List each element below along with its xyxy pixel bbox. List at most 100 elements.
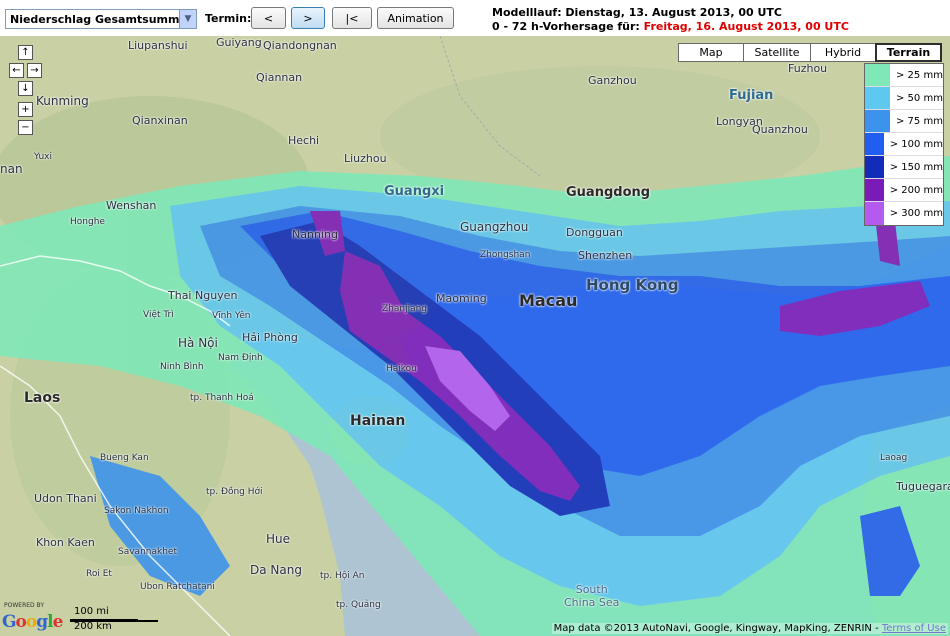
previous-button[interactable]: < — [251, 7, 286, 29]
legend-row: > 200 mm — [865, 179, 943, 202]
label-ubon: Ubon Ratchatani — [140, 582, 215, 592]
forecast-prefix: 0 - 72 h-Vorhersage für: — [492, 20, 644, 33]
label-south-china-sea: South China Sea — [564, 583, 620, 609]
pan-left-button[interactable]: ← — [9, 63, 24, 78]
legend-row: > 50 mm — [865, 87, 943, 110]
label-viet-tri: Việt Trì — [143, 310, 174, 320]
label-zhanjiang: Zhanjiang — [382, 304, 428, 314]
legend-row: > 25 mm — [865, 64, 943, 87]
label-qiannan: Qiannan — [256, 71, 303, 84]
legend-row: > 100 mm — [865, 133, 943, 156]
top-toolbar: Niederschlag Gesamtsumme ▼ Termin: < > |… — [0, 0, 950, 36]
label-hong-kong: Hong Kong — [586, 276, 679, 294]
label-haikou: Haikou — [386, 364, 417, 374]
label-thai-nguyen: Thai Nguyen — [168, 289, 238, 302]
label-fuzhou: Fuzhou — [788, 62, 828, 75]
pan-down-button[interactable]: ↓ — [18, 81, 33, 96]
legend-label: > 25 mm — [896, 69, 943, 81]
label-ninh-binh: Ninh Bình — [160, 362, 204, 372]
label-vinh-yen: Vĩnh Yên — [212, 311, 251, 321]
label-qiandongnan: Qiandongnan — [263, 39, 337, 52]
legend-label: > 300 mm — [889, 208, 943, 219]
map-scale: 100 mi 200 km — [70, 606, 160, 634]
label-macau: Macau — [519, 291, 578, 310]
powered-by-text: POWERED BY — [4, 602, 45, 609]
legend-swatch — [865, 179, 884, 201]
parameter-select[interactable]: Niederschlag Gesamtsumme ▼ — [5, 9, 197, 29]
label-dongguan: Dongguan — [566, 226, 623, 239]
google-logo-letter: o — [25, 612, 37, 632]
label-quang-ngai: tp. Quảng — [336, 600, 381, 610]
label-laoag: Laoag — [880, 453, 908, 463]
label-savannakhet: Savannakhet — [118, 547, 177, 557]
label-nan: nan — [0, 162, 23, 176]
label-liupanshui: Liupanshui — [128, 39, 188, 52]
map-type-terrain[interactable]: Terrain — [875, 43, 942, 62]
label-guangdong: Guangdong — [566, 185, 651, 200]
map-type-control: Map Satellite Hybrid Terrain — [678, 43, 942, 62]
legend-swatch — [865, 156, 884, 178]
label-guiyang: Guiyang — [216, 36, 262, 49]
label-tuguegarao: Tuguegarao — [896, 480, 950, 493]
label-hainan: Hainan — [350, 413, 406, 429]
label-wenshan: Wenshan — [106, 199, 157, 212]
label-fujian: Fujian — [729, 88, 774, 103]
label-buon-kan: Bueng Kan — [100, 453, 149, 463]
legend-label: > 200 mm — [889, 184, 943, 196]
label-shenzhen: Shenzhen — [578, 249, 633, 262]
pan-up-button[interactable]: ↑ — [18, 45, 33, 60]
legend-label: > 100 mm — [889, 138, 943, 150]
label-qianxinan: Qianxinan — [132, 114, 188, 127]
parameter-select-value: Niederschlag Gesamtsumme — [10, 12, 179, 26]
label-zhongshan: Zhongshan — [480, 250, 531, 260]
label-nam-dinh: Nam Định — [218, 353, 263, 363]
legend-swatch — [865, 202, 884, 225]
forecast-text: 0 - 72 h-Vorhersage für: Freitag, 16. Au… — [492, 20, 849, 33]
legend-swatch — [865, 133, 884, 155]
chevron-down-icon[interactable]: ▼ — [179, 10, 196, 28]
label-maoming: Maoming — [436, 292, 487, 305]
label-sakon-nakhon: Sakon Nakhon — [104, 506, 169, 516]
legend-row: > 75 mm — [865, 110, 943, 133]
label-quanzhou: Quanzhou — [752, 123, 808, 136]
label-laos: Laos — [24, 390, 61, 406]
label-hue: Hue — [266, 532, 291, 546]
legend-label: > 150 mm — [889, 161, 943, 173]
label-kunming: Kunming — [36, 94, 89, 108]
label-ha-noi: Hà Nội — [178, 336, 218, 350]
animation-button[interactable]: Animation — [377, 7, 454, 29]
legend-row: > 300 mm — [865, 202, 943, 225]
google-logo-letter: G — [2, 612, 16, 632]
label-guangzhou: Guangzhou — [460, 220, 529, 234]
label-honghe: Honghe — [70, 217, 105, 227]
map-type-map[interactable]: Map — [678, 43, 744, 62]
label-hai-phong: Hải Phòng — [242, 331, 298, 344]
label-nanning: Nanning — [292, 228, 338, 241]
terms-of-use-link[interactable]: Terms of Use — [882, 623, 946, 634]
zoom-out-button[interactable]: − — [18, 120, 33, 135]
legend-swatch — [865, 64, 890, 86]
label-yuxi: Yuxi — [34, 152, 52, 162]
google-logo-letter: g — [36, 612, 48, 632]
forecast-date: Freitag, 16. August 2013, 00 UTC — [643, 20, 849, 33]
next-button[interactable]: > — [291, 7, 325, 29]
label-guangxi: Guangxi — [384, 184, 445, 199]
legend-row: > 150 mm — [865, 156, 943, 179]
first-button[interactable]: |< — [332, 7, 372, 29]
label-udon-thani: Udon Thani — [34, 492, 97, 505]
legend-label: > 75 mm — [896, 115, 943, 127]
map-canvas[interactable]: Laos Hainan Macau Hong Kong Guangdong Gu… — [0, 36, 950, 636]
legend-swatch — [865, 110, 890, 132]
map-type-hybrid[interactable]: Hybrid — [810, 43, 876, 62]
pan-right-button[interactable]: → — [27, 63, 42, 78]
zoom-in-button[interactable]: + — [18, 102, 33, 117]
map-attribution: Map data ©2013 AutoNavi, Google, Kingway… — [551, 623, 948, 634]
google-logo-letter: o — [15, 612, 27, 632]
map-type-satellite[interactable]: Satellite — [743, 43, 811, 62]
label-liuzhou: Liuzhou — [344, 152, 387, 165]
label-dong-hoi: tp. Đồng Hới — [206, 487, 263, 497]
label-khon-kaen: Khon Kaen — [36, 536, 95, 549]
scale-miles: 100 mi — [74, 606, 109, 617]
label-hoi-an: tp. Hội An — [320, 571, 365, 581]
google-logo[interactable]: Google — [2, 612, 63, 632]
